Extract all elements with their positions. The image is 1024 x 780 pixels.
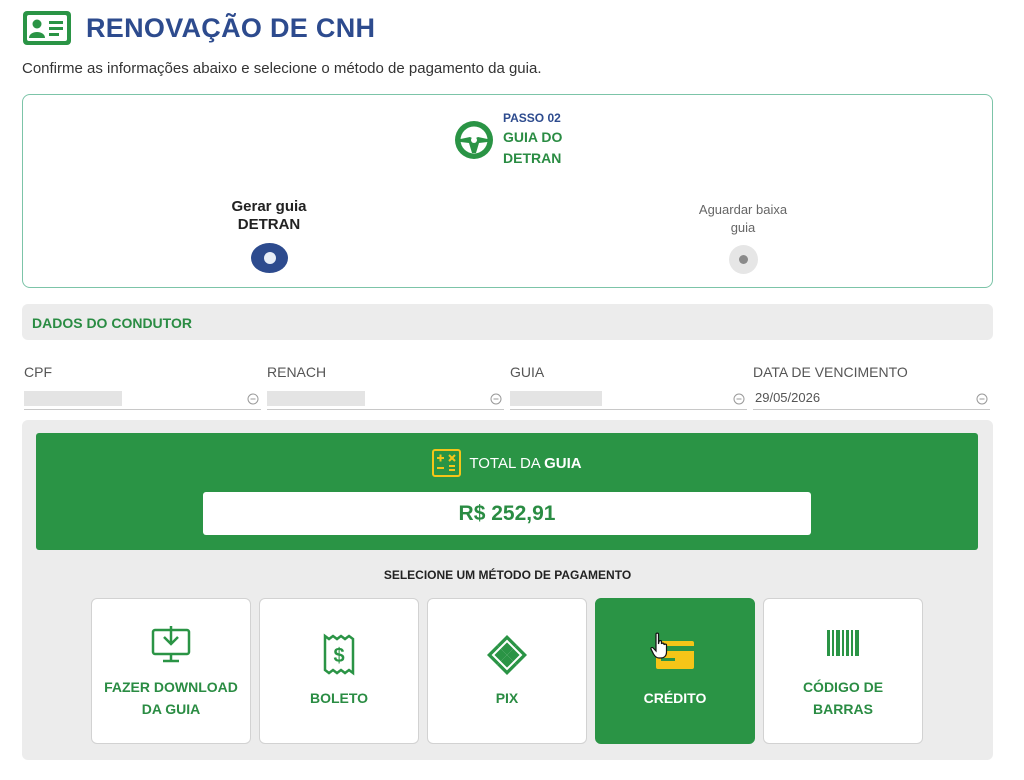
clock-icon [247,393,259,405]
boleto-button[interactable]: $ BOLETO [259,598,419,744]
page-title: RENOVAÇÃO DE CNH [86,12,376,43]
total-box: TOTAL DA GUIA R$ 252,91 [36,433,978,550]
page-header: RENOVAÇÃO DE CNH [22,10,375,46]
total-value: R$ 252,91 [203,492,811,535]
section-header: DADOS DO CONDUTOR [22,304,993,340]
cpf-label: CPF [24,364,52,380]
id-card-icon [23,11,71,45]
total-header: TOTAL DA GUIA [36,449,978,477]
vencimento-value: 29/05/2026 [755,390,821,405]
guia-input[interactable] [510,388,747,410]
cpf-field: CPF [24,364,261,410]
page-subtitle: Confirme as informações abaixo e selecio… [22,60,542,77]
pix-button[interactable]: PIX [427,598,587,744]
clock-icon [733,393,745,405]
cpf-masked-value [24,391,122,406]
boleto-icon: $ [323,633,355,676]
download-monitor-icon [151,626,191,663]
renach-input[interactable] [267,388,504,410]
section-title: DADOS DO CONDUTOR [32,315,192,331]
guia-label: GUIA [510,364,545,380]
vencimento-field: DATA DE VENCIMENTO 29/05/2026 [753,364,990,410]
vencimento-label: DATA DE VENCIMENTO [753,364,908,380]
total-label: TOTAL DA GUIA [469,454,582,472]
renach-label: RENACH [267,364,327,380]
clock-icon [976,393,988,405]
clock-icon [490,393,502,405]
guia-masked-value [510,391,602,406]
pix-icon [487,635,527,675]
codigo-barras-label: CÓDIGO DE BARRAS [802,679,884,717]
step-generate-label: Gerar guia DETRAN [231,198,307,233]
payment-panel: TOTAL DA GUIA R$ 252,91 SELECIONE UM MÉT… [22,420,993,760]
guia-field: GUIA [510,364,747,410]
step-number: PASSO 02 [503,111,561,125]
credito-button[interactable]: CRÉDITO [595,598,755,744]
codigo-barras-button[interactable]: CÓDIGO DE BARRAS [763,598,923,744]
calculator-icon [432,449,462,477]
vencimento-input[interactable]: 29/05/2026 [753,388,990,410]
svg-text:$: $ [333,645,344,667]
cpf-input[interactable] [24,388,261,410]
step-await-label: Aguardar baixa guia [698,202,788,235]
progress-stepper: PASSO 02 GUIA DO DETRAN Gerar guia DETRA… [22,94,993,288]
download-guia-label: FAZER DOWNLOAD DA GUIA [104,679,238,717]
download-guia-button[interactable]: FAZER DOWNLOAD DA GUIA [91,598,251,744]
hand-cursor-icon [650,632,668,659]
pix-label: PIX [495,690,519,706]
step-generate-indicator[interactable] [251,243,288,273]
boleto-label: BOLETO [309,690,369,706]
step-name: GUIA DO DETRAN [503,129,563,166]
driver-fields: CPF RENACH GUIA DATA DE VENCIMENTO 29/05… [24,364,991,412]
credito-label: CRÉDITO [643,690,707,706]
steering-wheel-icon [455,121,493,159]
step-await-indicator[interactable] [729,245,758,274]
current-step: PASSO 02 GUIA DO DETRAN [453,111,573,169]
renach-masked-value [267,391,365,406]
payment-method-heading: SELECIONE UM MÉTODO DE PAGAMENTO [383,568,632,582]
barcode-icon [827,630,859,656]
renach-field: RENACH [267,364,504,410]
